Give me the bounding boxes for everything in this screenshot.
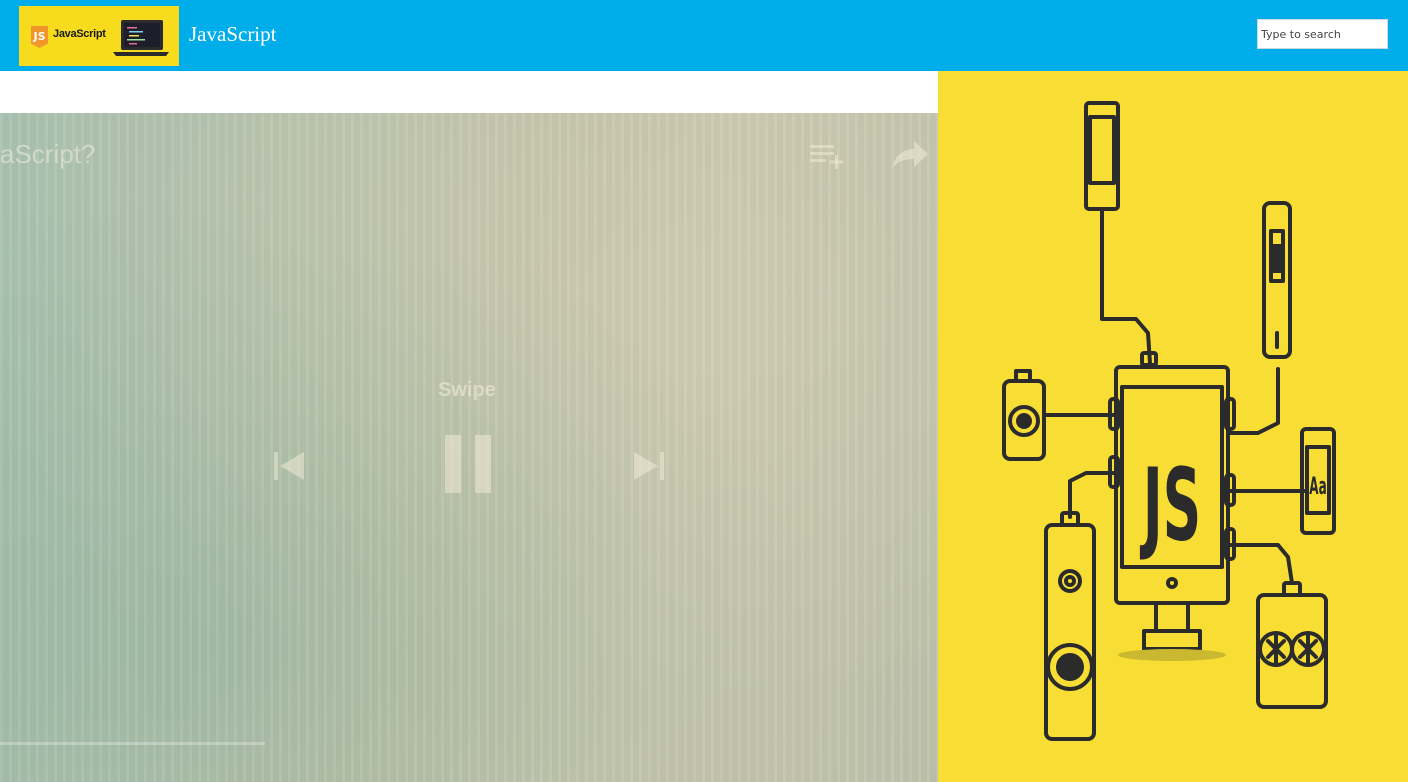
previous-icon[interactable]: [272, 449, 306, 483]
content-spacer: [0, 71, 938, 113]
monitor-js-label: JS: [1140, 447, 1202, 563]
site-logo[interactable]: JS JavaScript: [19, 6, 179, 66]
next-icon[interactable]: [632, 449, 666, 483]
js-devices-illustration: JS Aa: [1002, 101, 1336, 741]
share-icon[interactable]: [890, 139, 930, 171]
logo-text: JavaScript: [53, 28, 106, 40]
swipe-label: Swipe: [438, 379, 496, 401]
laptop-icon: [113, 20, 169, 56]
pause-icon[interactable]: [443, 435, 493, 493]
video-title: aScript?: [0, 139, 96, 169]
search-input[interactable]: [1257, 19, 1388, 49]
tablet-aa-label: Aa: [1309, 472, 1326, 500]
site-title[interactable]: JavaScript: [189, 22, 276, 47]
playlist-add-icon[interactable]: [810, 141, 846, 171]
site-header: JS JavaScript JavaScript: [0, 0, 1408, 71]
ad-panel[interactable]: JS Aa: [938, 71, 1408, 782]
video-progress-track[interactable]: [0, 742, 265, 745]
video-player[interactable]: aScript? Swipe: [0, 113, 938, 782]
js-shield-icon: JS: [31, 26, 48, 48]
